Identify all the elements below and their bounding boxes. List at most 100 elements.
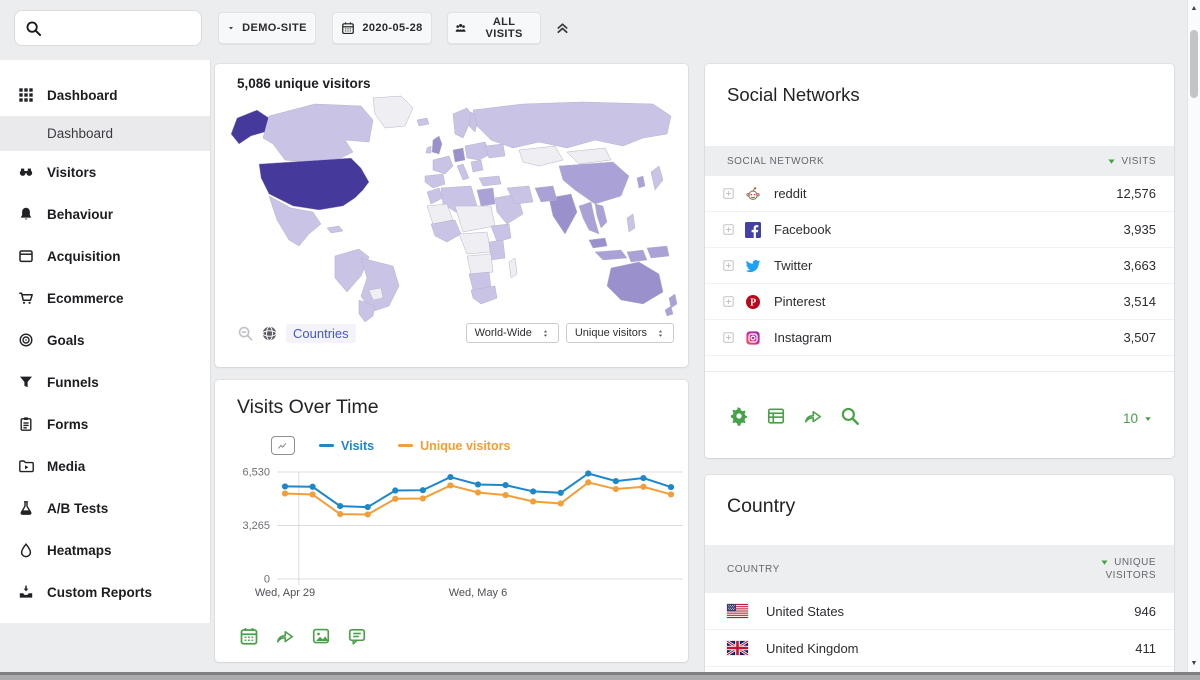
sidebar-item-label: Dashboard xyxy=(47,88,118,103)
expand-row-icon[interactable] xyxy=(722,331,735,344)
segment-selector-button[interactable]: ALL VISITS xyxy=(447,12,541,44)
scroll-down-arrow[interactable]: ▼ xyxy=(1188,660,1200,667)
calendar-icon[interactable] xyxy=(239,626,259,646)
social-table-body: reddit12,576Facebook3,935Twitter3,663 P Pi… xyxy=(705,176,1174,356)
social-network-row[interactable]: P Pinterest 3,514 xyxy=(705,284,1174,320)
map-widget-title: 5,086 unique visitors xyxy=(237,76,371,91)
search-box[interactable] xyxy=(14,10,202,46)
date-picker-button[interactable]: 2020-05-28 xyxy=(332,12,432,44)
sidebar-item-label: Goals xyxy=(47,333,85,348)
topbar: DEMO-SITE 2020-05-28 ALL VISITS xyxy=(0,0,1200,56)
export-icon[interactable] xyxy=(275,626,295,646)
table-divider xyxy=(705,371,1174,372)
world-map-svg[interactable] xyxy=(223,94,679,324)
sidebar-item-label: Custom Reports xyxy=(47,585,152,600)
legend-swatch xyxy=(398,444,413,447)
expand-row-icon[interactable] xyxy=(722,259,735,272)
chart-title: Visits Over Time xyxy=(237,396,379,419)
window-bottom-edge xyxy=(0,672,1200,680)
sidebar-item-label: Media xyxy=(47,459,85,474)
row-limit-select[interactable]: 10 xyxy=(1123,411,1152,426)
social-network-row[interactable]: Instagram3,507 xyxy=(705,320,1174,356)
social-widget-title: Social Networks xyxy=(727,84,860,106)
region-select[interactable]: World-Wide xyxy=(466,323,559,343)
country-row[interactable]: United States946 xyxy=(705,593,1174,630)
sidebar-item-heatmaps[interactable]: Heatmaps xyxy=(0,529,210,571)
sidebar-item-a-b-tests[interactable]: A/B Tests xyxy=(0,487,210,529)
map-selects: World-Wide Unique visitors xyxy=(466,323,674,343)
search-input[interactable] xyxy=(50,20,191,37)
sidebar-subitem-dashboard[interactable]: Dashboard xyxy=(0,116,210,151)
metric-select[interactable]: Unique visitors xyxy=(566,323,674,343)
social-network-row[interactable]: reddit12,576 xyxy=(705,176,1174,212)
svg-text:0: 0 xyxy=(264,574,270,586)
svg-text:Wed, Apr 29: Wed, Apr 29 xyxy=(255,587,315,599)
map-footer: Countries World-Wide Unique visitors xyxy=(237,320,674,346)
sort-desc-icon xyxy=(1100,558,1109,567)
legend-label: Visits xyxy=(341,439,374,453)
sort-desc-icon xyxy=(1107,157,1116,166)
droplet-icon xyxy=(18,542,34,558)
sidebar: DashboardDashboardVisitorsBehaviourAcqui… xyxy=(0,60,211,623)
country-table-body: United States946United Kingdom411 xyxy=(705,593,1174,667)
instagram-icon xyxy=(745,330,761,346)
bell-icon xyxy=(18,206,34,222)
visits-value: 3,514 xyxy=(1123,294,1156,309)
sidebar-item-acquisition[interactable]: Acquisition xyxy=(0,235,210,277)
country-row[interactable]: United Kingdom411 xyxy=(705,630,1174,667)
social-network-name: Pinterest xyxy=(774,294,825,309)
legend-item-unique-visitors[interactable]: Unique visitors xyxy=(398,439,510,453)
sidebar-item-dashboard[interactable]: Dashboard xyxy=(0,74,210,116)
sidebar-item-visitors[interactable]: Visitors xyxy=(0,151,210,193)
chart-footer-icons xyxy=(239,626,367,646)
globe-icon[interactable] xyxy=(261,325,278,342)
countries-link[interactable]: Countries xyxy=(286,324,356,343)
annotations-icon[interactable] xyxy=(347,626,367,646)
social-network-row[interactable]: Twitter3,663 xyxy=(705,248,1174,284)
sidebar-item-ecommerce[interactable]: Ecommerce xyxy=(0,277,210,319)
image-icon[interactable] xyxy=(311,626,331,646)
sidebar-item-behaviour[interactable]: Behaviour xyxy=(0,193,210,235)
sidebar-item-funnels[interactable]: Funnels xyxy=(0,361,210,403)
table-icon[interactable] xyxy=(766,406,786,426)
legend-item-visits[interactable]: Visits xyxy=(319,439,374,453)
zoom-out-icon[interactable] xyxy=(237,325,254,342)
flag-gb-icon xyxy=(727,641,748,655)
sidebar-item-media[interactable]: Media xyxy=(0,445,210,487)
sidebar-item-custom-reports[interactable]: Custom Reports xyxy=(0,571,210,613)
search-icon[interactable] xyxy=(840,406,860,426)
visits-value: 3,935 xyxy=(1123,222,1156,237)
sidebar-item-goals[interactable]: Goals xyxy=(0,319,210,361)
sidebar-item-label: Acquisition xyxy=(47,249,121,264)
sidebar-item-forms[interactable]: Forms xyxy=(0,403,210,445)
column-header-visits[interactable]: VISITS xyxy=(1107,156,1156,167)
column-header-unique-visitors[interactable]: UNIQUE VISITORS xyxy=(1100,557,1156,581)
funnel-icon xyxy=(18,374,34,390)
social-network-row[interactable]: Facebook3,935 xyxy=(705,212,1174,248)
social-networks-widget: Social Networks SOCIAL NETWORK VISITS re… xyxy=(705,64,1174,458)
vertical-scrollbar[interactable]: ▲ ▼ xyxy=(1187,0,1200,672)
visits-over-time-chart: 03,2656,530Wed, Apr 29Wed, May 6 xyxy=(215,465,688,625)
site-selector-button[interactable]: DEMO-SITE xyxy=(218,12,316,44)
country-table-header: COUNTRY UNIQUE VISITORS xyxy=(705,545,1174,593)
export-icon[interactable] xyxy=(803,406,823,426)
binoculars-icon xyxy=(18,164,34,180)
collapse-topbar-icon[interactable] xyxy=(555,20,570,35)
expand-row-icon[interactable] xyxy=(722,187,735,200)
column-header-social-network[interactable]: SOCIAL NETWORK xyxy=(727,156,824,167)
visits-value: 3,663 xyxy=(1123,258,1156,273)
chart-type-icon[interactable] xyxy=(271,436,295,455)
site-selector-label: DEMO-SITE xyxy=(242,22,307,34)
reddit-icon xyxy=(745,186,761,202)
scrollbar-thumb[interactable] xyxy=(1190,30,1198,98)
flag-us-icon xyxy=(727,604,748,618)
svg-text:Wed, May 6: Wed, May 6 xyxy=(449,587,508,599)
expand-row-icon[interactable] xyxy=(722,295,735,308)
column-header-country[interactable]: COUNTRY xyxy=(727,564,780,575)
gear-icon[interactable] xyxy=(729,406,749,426)
scroll-up-arrow[interactable]: ▲ xyxy=(1188,5,1200,12)
facebook-icon xyxy=(745,222,761,238)
unique-visitors-value: 946 xyxy=(1134,604,1156,619)
svg-text:P: P xyxy=(750,297,756,308)
expand-row-icon[interactable] xyxy=(722,223,735,236)
